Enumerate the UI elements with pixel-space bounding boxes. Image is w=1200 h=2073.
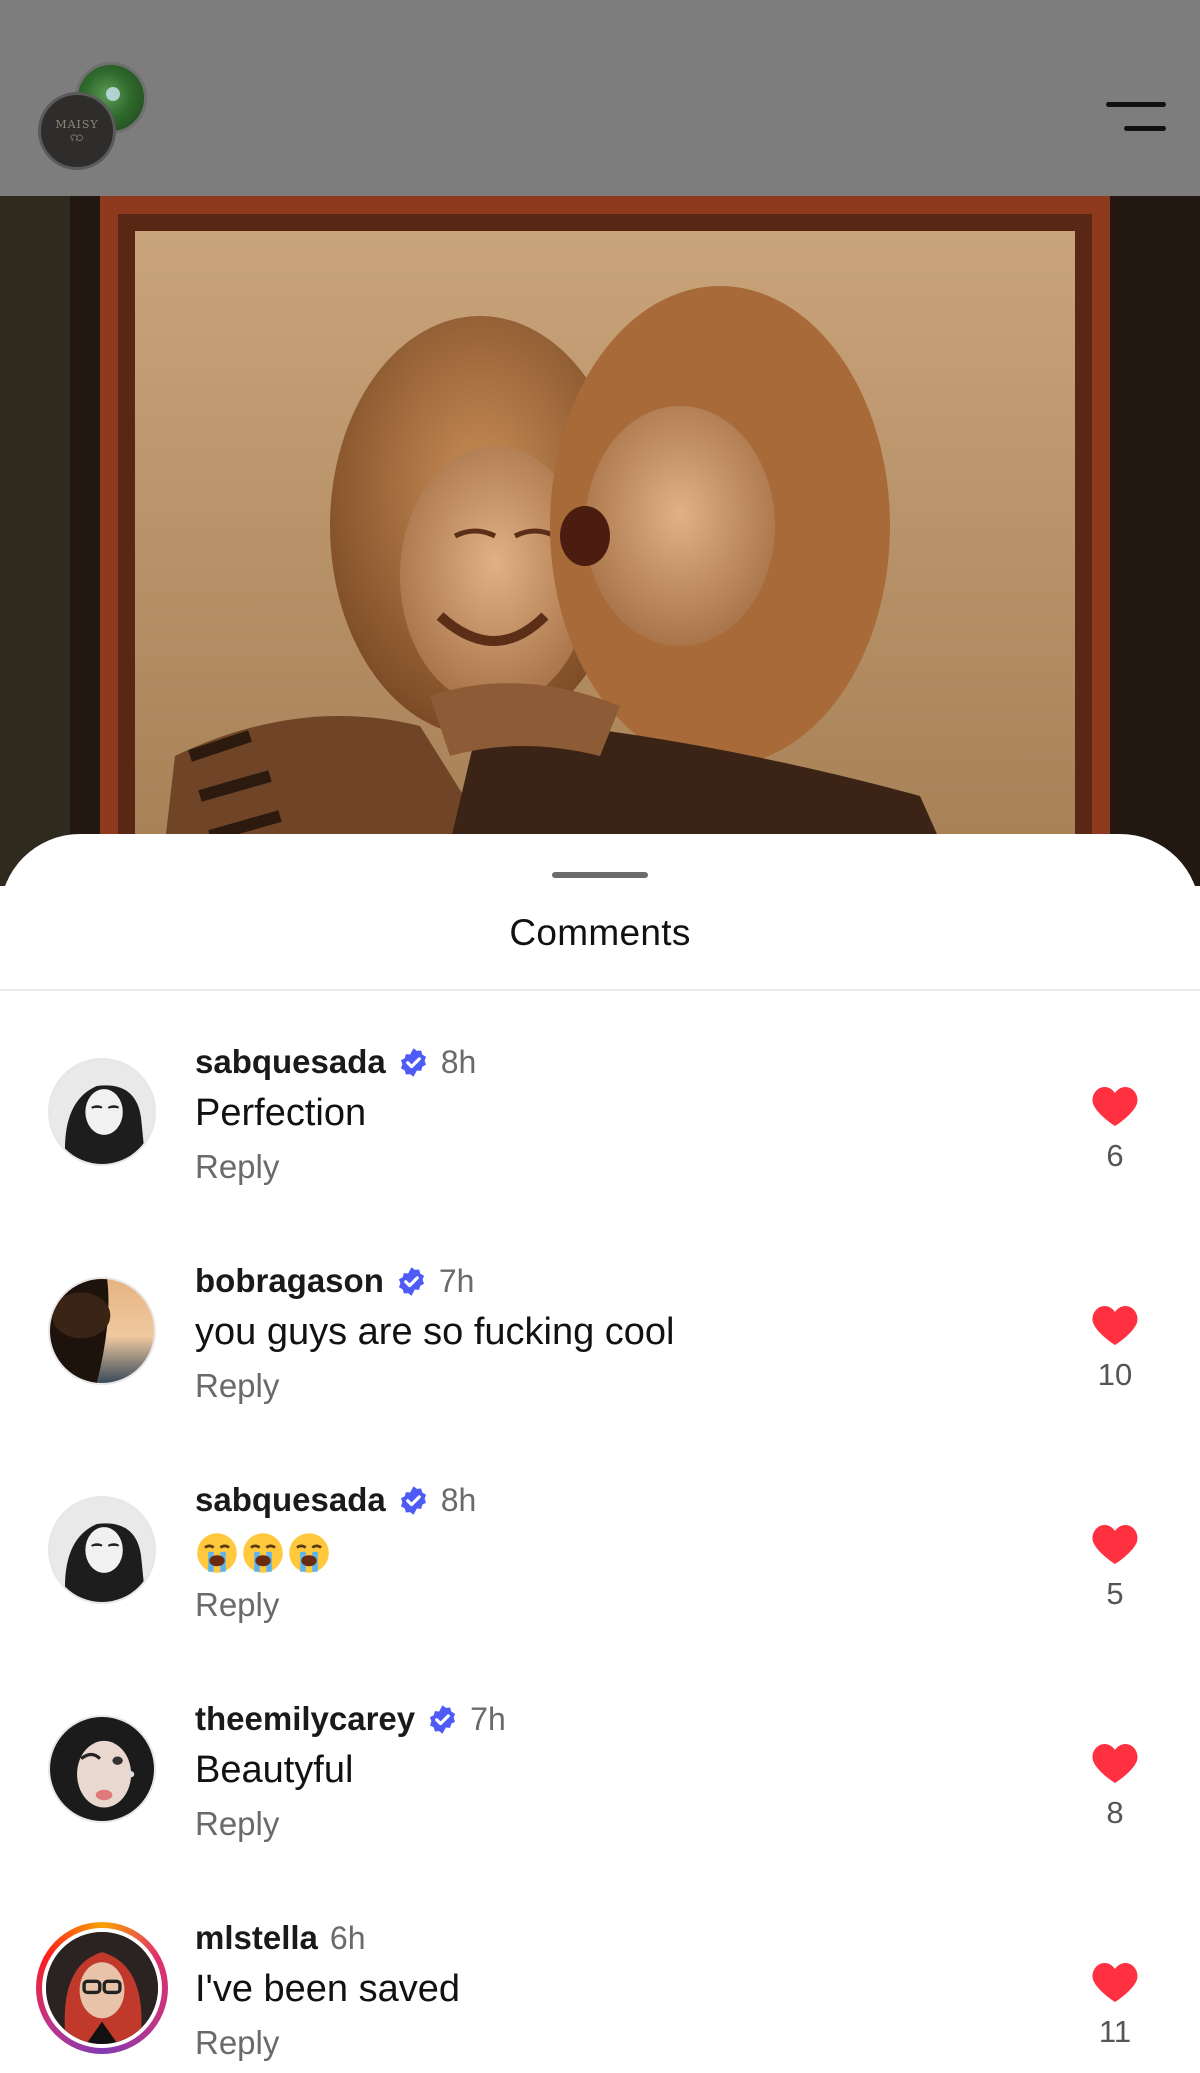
comment-text — [195, 1530, 331, 1575]
sheet-title: Comments — [509, 912, 691, 953]
verified-badge-icon — [430, 1704, 456, 1734]
comment-username[interactable]: mlstella — [195, 1919, 318, 1957]
like-count: 5 — [1106, 1576, 1124, 1611]
sheet-grabber[interactable] — [552, 872, 648, 878]
crying-face-icon — [197, 1533, 237, 1573]
avatar-with-story-ring[interactable] — [36, 1922, 168, 2054]
reply-button[interactable]: Reply — [195, 1805, 279, 1843]
like-count: 11 — [1098, 2014, 1132, 2049]
avatar-photo — [50, 1717, 154, 1821]
comment-item: sabquesada 8h Reply 5 — [0, 1450, 1200, 1650]
comment-item: theemilycarey 7h Beautyful Reply 8 — [0, 1669, 1200, 1869]
heart-icon[interactable] — [1090, 1522, 1140, 1566]
avatar[interactable] — [48, 1058, 156, 1166]
verified-badge-icon — [400, 1485, 426, 1515]
comment-time: 8h — [440, 1043, 477, 1080]
comment-username[interactable]: bobragason — [195, 1262, 384, 1300]
divider — [0, 989, 1200, 991]
comment-text: I've been saved — [195, 1968, 460, 2010]
avatar[interactable] — [48, 1715, 156, 1823]
reply-button[interactable]: Reply — [195, 1148, 279, 1186]
verified-badge-icon — [398, 1266, 424, 1296]
like-count: 6 — [1106, 1138, 1124, 1173]
comment-time: 7h — [438, 1262, 475, 1299]
hamburger-menu-icon[interactable] — [1104, 100, 1166, 136]
heart-icon[interactable] — [1090, 1960, 1140, 2004]
avatar[interactable] — [48, 1277, 156, 1385]
crying-face-icon — [243, 1533, 283, 1573]
heart-icon[interactable] — [1090, 1741, 1140, 1785]
avatar-photo — [50, 1060, 154, 1164]
top-bar: MAISY ꩡ — [0, 0, 1200, 196]
comment-time: 8h — [440, 1481, 477, 1518]
avatar-photo — [50, 1498, 154, 1602]
comment-text: Perfection — [195, 1092, 367, 1134]
avatar[interactable] — [48, 1496, 156, 1604]
comment-username[interactable]: sabquesada — [195, 1481, 386, 1519]
comment-item: sabquesada 8h Perfection Reply 6 — [0, 1012, 1200, 1212]
comment-text: Beautyful — [195, 1749, 354, 1791]
profile-avatar-stack[interactable]: MAISY ꩡ — [38, 60, 148, 180]
comment-item: mlstella 6h I've been saved Reply 11 — [0, 1888, 1200, 2073]
heart-icon[interactable] — [1090, 1084, 1140, 1128]
avatar-photo — [50, 1279, 154, 1383]
logo-mark: ꩡ — [69, 129, 85, 145]
comments-sheet: Comments sabquesada 8h Perfection Reply … — [0, 834, 1200, 2073]
heart-icon[interactable] — [1090, 1303, 1140, 1347]
profile-avatar[interactable]: MAISY ꩡ — [38, 92, 116, 170]
avatar-photo — [46, 1932, 158, 2044]
reply-button[interactable]: Reply — [195, 1586, 279, 1624]
comment-time: 7h — [470, 1700, 506, 1737]
verified-badge-icon — [400, 1047, 426, 1077]
post-image[interactable] — [0, 196, 1200, 886]
crying-face-icon — [289, 1533, 329, 1573]
comment-text: you guys are so fucking cool — [195, 1311, 675, 1353]
reply-button[interactable]: Reply — [195, 1367, 279, 1405]
post-photo — [0, 196, 1200, 886]
comment-item: bobragason 7h you guys are so fucking co… — [0, 1231, 1200, 1431]
reply-button[interactable]: Reply — [195, 2024, 279, 2062]
crying-emoji-row — [195, 1531, 331, 1575]
comment-time: 6h — [329, 1919, 366, 1956]
like-count: 8 — [1106, 1795, 1124, 1830]
like-count: 10 — [1097, 1357, 1133, 1392]
comment-username[interactable]: theemilycarey — [195, 1700, 415, 1738]
comment-username[interactable]: sabquesada — [195, 1043, 386, 1081]
